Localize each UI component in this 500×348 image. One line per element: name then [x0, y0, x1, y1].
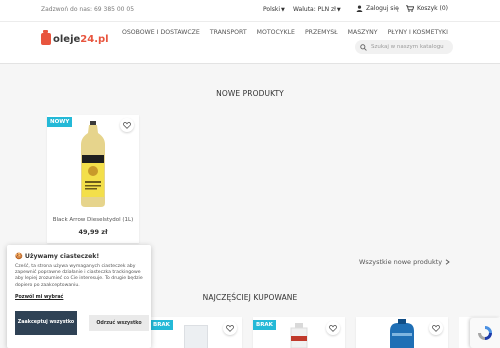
- nav-item-przemysl[interactable]: PRZEMYSŁ: [305, 29, 338, 36]
- top-bar: Zadzwoń do nas: 69 385 00 05 Polski▼ Wal…: [0, 0, 500, 22]
- nav-item-maszyny[interactable]: MASZYNY: [348, 29, 378, 36]
- recaptcha-icon: [478, 326, 492, 340]
- search-icon: [360, 43, 367, 51]
- language-label: Polski: [263, 6, 281, 13]
- heart-icon: [329, 324, 337, 332]
- currency-label: Waluta: PLN zł: [293, 6, 336, 13]
- all-new-products-label: Wszystkie nowe produkty: [359, 258, 443, 266]
- new-badge: NOWY: [47, 117, 73, 127]
- login-link[interactable]: Zaloguj się: [356, 5, 399, 12]
- wishlist-button[interactable]: [429, 321, 443, 335]
- reject-all-button[interactable]: Odrzuć wszystko: [89, 315, 149, 331]
- main-nav: OSOBOWE I DOSTAWCZE TRANSPORT MOTOCYKLE …: [122, 29, 458, 36]
- cart-icon: [406, 5, 414, 12]
- nav-item-plyny[interactable]: PŁYNY I KOSMETYKI: [388, 29, 448, 36]
- cart-link[interactable]: Koszyk (0): [406, 5, 448, 12]
- caret-down-icon: ▼: [336, 7, 341, 13]
- contact-phone: Zadzwoń do nas: 69 385 00 05: [41, 6, 135, 13]
- heart-icon: [226, 324, 234, 332]
- search-placeholder: Szukaj w naszym katalogu: [371, 44, 444, 50]
- accept-all-button[interactable]: Zaakceptuj wszystko: [15, 311, 77, 335]
- wishlist-button[interactable]: [120, 118, 134, 132]
- logo-text-main: oleje: [53, 33, 81, 45]
- recaptcha-badge[interactable]: [470, 318, 500, 348]
- login-label: Zaloguj się: [366, 5, 399, 12]
- search-input[interactable]: Szukaj w naszym katalogu: [355, 40, 453, 54]
- cookie-description: Cześć, ta strona używa wymaganych ciaste…: [15, 264, 143, 288]
- product-image: [290, 323, 308, 348]
- logo-text-accent: 24.pl: [80, 33, 109, 45]
- main-header: oleje24.pl OSOBOWE I DOSTAWCZE TRANSPORT…: [0, 22, 500, 64]
- wishlist-button[interactable]: [326, 321, 340, 335]
- cookie-choose-link[interactable]: Pozwól mi wybrać: [15, 295, 63, 300]
- nav-item-osobowe[interactable]: OSOBOWE I DOSTAWCZE: [122, 29, 200, 36]
- bestseller-card-4[interactable]: [356, 317, 448, 348]
- cart-label: Koszyk (0): [417, 5, 449, 12]
- user-icon: [356, 5, 363, 12]
- heart-icon: [123, 121, 131, 129]
- product-image: [390, 319, 414, 348]
- new-products-title: NOWE PRODUKTY: [216, 89, 284, 98]
- product-image: [81, 121, 105, 207]
- caret-down-icon: ▼: [281, 7, 285, 13]
- nav-item-transport[interactable]: TRANSPORT: [210, 29, 247, 36]
- currency-selector[interactable]: Waluta: PLN zł▼: [293, 6, 341, 13]
- logo-text: oleje24.pl: [53, 34, 109, 45]
- heart-icon: [432, 324, 440, 332]
- cookie-consent-dialog: 🍪 Używamy ciasteczek! Cześć, ta strona u…: [7, 245, 151, 348]
- cookie-title: 🍪 Używamy ciasteczek!: [15, 253, 100, 260]
- product-name[interactable]: Black Arrow Dieselstydol (1L): [47, 217, 139, 223]
- out-of-stock-badge: BRAK: [253, 320, 276, 330]
- site-logo[interactable]: oleje24.pl: [41, 30, 109, 45]
- bestseller-card-3[interactable]: BRAK: [253, 317, 345, 348]
- product-price: 49,99 zł: [78, 228, 108, 236]
- product-card[interactable]: NOWY Black Arrow Dieselstydol (1L) 49,99…: [47, 115, 139, 243]
- all-new-products-link[interactable]: Wszystkie nowe produkty: [359, 258, 450, 266]
- nav-item-motocykle[interactable]: MOTOCYKLE: [257, 29, 295, 36]
- out-of-stock-badge: BRAK: [150, 320, 173, 330]
- bestseller-card-2[interactable]: BRAK: [150, 317, 242, 348]
- chevron-right-icon: [445, 259, 450, 265]
- wishlist-button[interactable]: [223, 321, 237, 335]
- product-image: [184, 325, 208, 348]
- language-selector[interactable]: Polski▼: [263, 6, 285, 13]
- oil-can-icon: [41, 30, 51, 45]
